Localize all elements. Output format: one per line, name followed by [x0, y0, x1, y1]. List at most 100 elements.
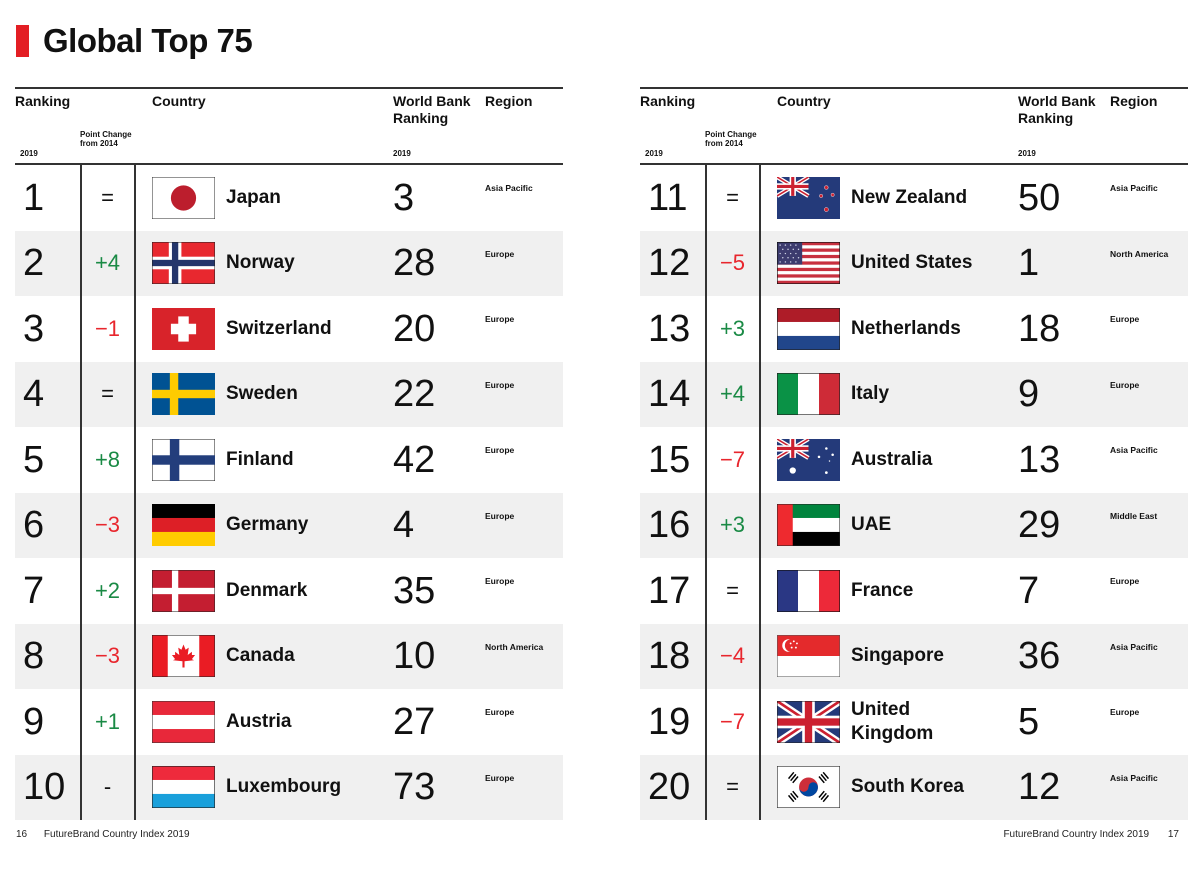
region: Europe [485, 772, 515, 783]
country-name: Finland [226, 448, 294, 470]
rank-2019: 19 [648, 700, 691, 743]
country-name: UAE [851, 514, 892, 536]
page-title-block: Global Top 75 [16, 22, 253, 59]
header-world-bank: World Bank Ranking [393, 93, 471, 126]
region: Europe [1110, 379, 1140, 390]
country-name: Norway [226, 252, 295, 274]
world-bank-ranking: 18 [1018, 307, 1061, 350]
region: Europe [485, 314, 515, 324]
header-ranking-year: 2019 [20, 149, 38, 158]
point-change: +4 [94, 250, 121, 276]
world-bank-ranking: 10 [393, 635, 436, 678]
ranking-table-page-16: Ranking Country World Bank Ranking Regio… [15, 87, 563, 820]
point-change: +4 [719, 381, 746, 407]
world-bank-ranking: 5 [1018, 700, 1040, 743]
country-name: Japan [226, 186, 281, 208]
table-row: 6 −3 Germany 4 Europe [15, 492, 563, 558]
header-ranking-year: 2019 [645, 149, 663, 158]
point-change: −7 [719, 708, 746, 734]
rank-2019: 6 [23, 504, 45, 547]
region: Asia Pacific [1110, 772, 1158, 783]
rank-2019: 12 [648, 242, 691, 285]
world-bank-ranking: 35 [393, 569, 436, 612]
country-name: Australia [851, 448, 933, 470]
rank-2019: 9 [23, 700, 45, 743]
region: Asia Pacific [1110, 641, 1158, 652]
table-row: 15 −7 Australia 13 Asia Pacific [640, 427, 1188, 493]
netherlands-flag-icon [777, 307, 840, 350]
new-zealand-flag-icon [777, 176, 840, 219]
country-name: France [851, 579, 914, 601]
header-region: Region [485, 93, 533, 109]
header-ranking: Ranking [15, 93, 71, 109]
country-name: Denmark [226, 579, 308, 601]
footer-left: 16 FutureBrand Country Index 2019 [16, 829, 190, 840]
point-change: −5 [719, 250, 746, 276]
finland-flag-icon [152, 438, 215, 481]
page-title: Global Top 75 [43, 22, 253, 59]
table-row: 4 = Sweden 22 Europe [15, 361, 563, 427]
country-name: New Zealand [851, 186, 968, 208]
switzerland-flag-icon [152, 307, 215, 350]
point-change: = [101, 184, 114, 210]
header-ranking: Ranking [640, 93, 696, 109]
point-change: = [726, 184, 739, 210]
world-bank-ranking: 50 [1018, 176, 1061, 219]
country-name: Canada [226, 645, 295, 667]
country-name: Netherlands [851, 317, 961, 339]
world-bank-ranking: 36 [1018, 635, 1061, 678]
table-row: 8 −3 Canada 10 North America [15, 623, 563, 689]
point-change: −3 [94, 643, 121, 669]
header-world-bank-year: 2019 [1018, 149, 1036, 158]
point-change: +3 [719, 512, 746, 538]
world-bank-ranking: 22 [393, 373, 436, 416]
rank-2019: 5 [23, 438, 45, 481]
region: Asia Pacific [1110, 445, 1158, 455]
point-change: - [103, 774, 112, 800]
region: Europe [485, 510, 515, 521]
header-point-change: Point Change from 2014 [80, 130, 132, 148]
country-name: Luxembourg [226, 776, 342, 798]
point-change: −1 [94, 315, 121, 341]
world-bank-ranking: 27 [393, 700, 436, 743]
germany-flag-icon [152, 504, 215, 547]
rank-2019: 8 [23, 635, 45, 678]
region: Europe [1110, 314, 1140, 324]
world-bank-ranking: 12 [1018, 766, 1061, 809]
table-row: 1 = Japan 3 Asia Pacific [15, 165, 563, 231]
united-kingdom-flag-icon [777, 700, 840, 743]
norway-flag-icon [152, 242, 215, 285]
country-name: Switzerland [226, 317, 332, 339]
column-divider [134, 165, 136, 820]
country-name: South Korea [851, 776, 964, 798]
point-change: = [101, 381, 114, 407]
luxembourg-flag-icon [152, 766, 215, 809]
region: Asia Pacific [485, 183, 533, 193]
footer-text: FutureBrand Country Index 2019 [43, 829, 190, 840]
world-bank-ranking: 1 [1018, 242, 1040, 285]
australia-flag-icon [777, 438, 840, 481]
world-bank-ranking: 20 [393, 307, 436, 350]
table-row: 2 +4 Norway 28 Europe [15, 230, 563, 296]
table-row: 17 = France 7 Europe [640, 558, 1188, 624]
table-row: 13 +3 Netherlands 18 Europe [640, 296, 1188, 362]
table-row: 5 +8 Finland 42 Europe [15, 427, 563, 493]
united-states-flag-icon [777, 242, 840, 285]
region: Europe [1110, 707, 1140, 717]
table-header: Ranking Country World Bank Ranking Regio… [640, 87, 1188, 165]
table-row: 9 +1 Austria 27 Europe [15, 689, 563, 755]
sweden-flag-icon [152, 373, 215, 416]
header-world-bank-year: 2019 [393, 149, 411, 158]
ranking-table-page-17: Ranking Country World Bank Ranking Regio… [640, 87, 1188, 820]
table-row: 19 −7 United Kingdom 5 Europe [640, 689, 1188, 755]
region: Europe [485, 379, 515, 390]
point-change: +2 [94, 577, 121, 603]
world-bank-ranking: 4 [393, 504, 415, 547]
table-body: 11 = New Zealand 50 Asia Pacific 12 −5 United S… [640, 165, 1188, 820]
rank-2019: 10 [23, 766, 66, 809]
world-bank-ranking: 29 [1018, 504, 1061, 547]
world-bank-ranking: 3 [393, 176, 415, 219]
point-change: +3 [719, 315, 746, 341]
region: Europe [485, 445, 515, 455]
rank-2019: 14 [648, 373, 691, 416]
